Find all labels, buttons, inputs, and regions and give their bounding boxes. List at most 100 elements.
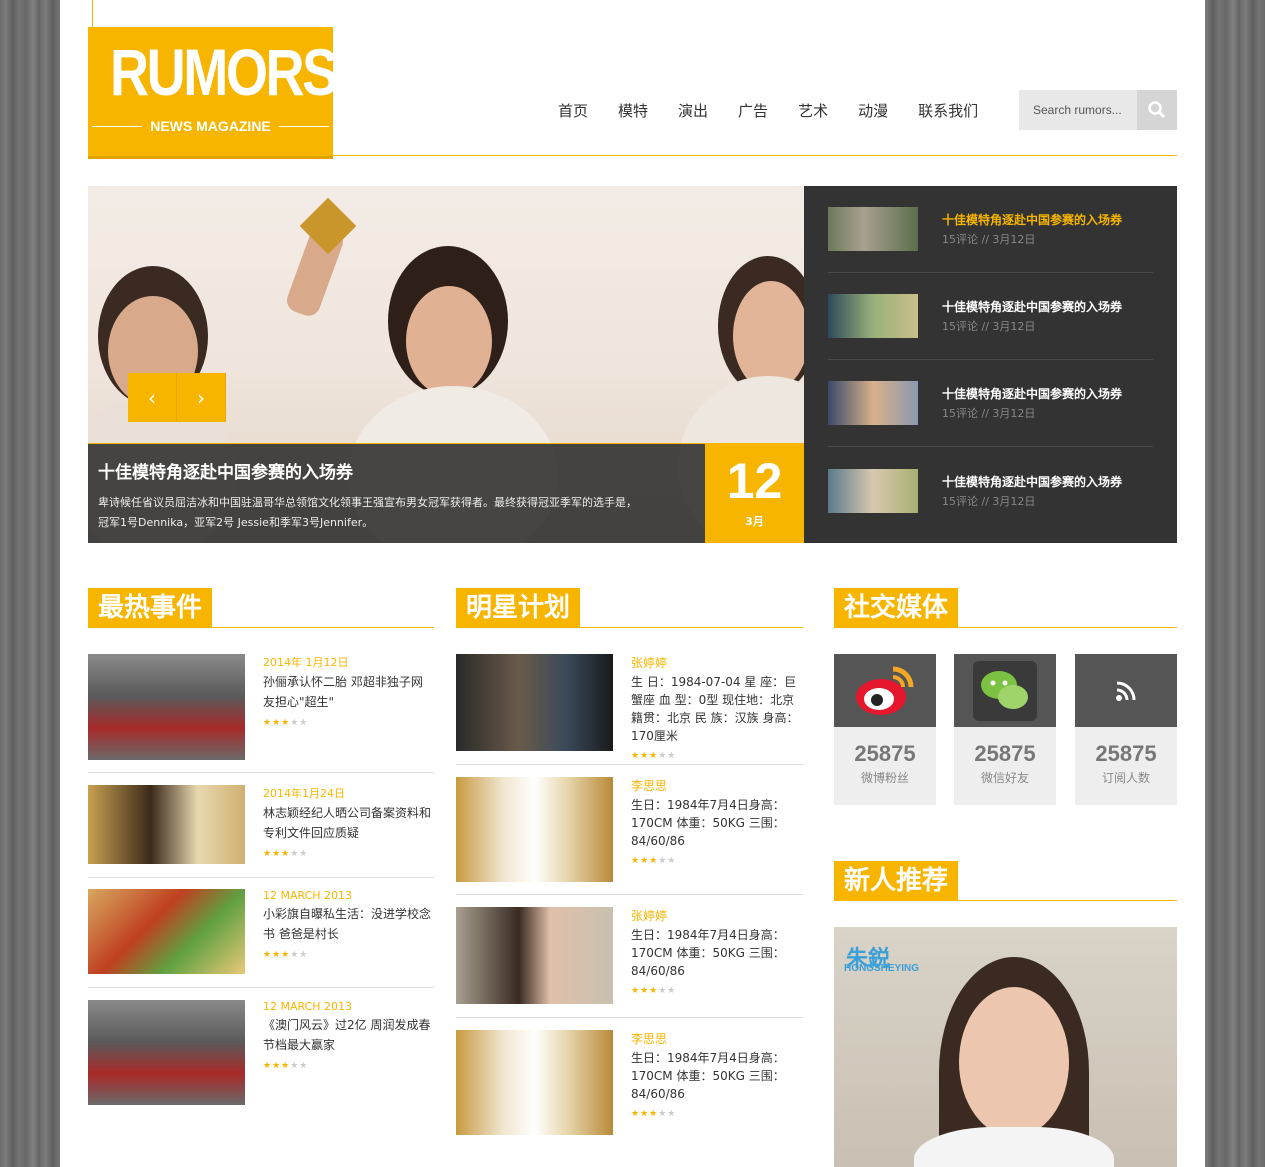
rating-stars: ★★★★★ bbox=[631, 856, 677, 866]
hot-item-date: 2014年1月24日 bbox=[263, 787, 345, 800]
site-logo[interactable]: RUMORS NEWS MAGAZINE bbox=[88, 27, 338, 155]
hero-caption: 十佳模特角逐赴中国参赛的入场券 卑诗候任省议员屈洁冰和中国驻温哥华总领馆文化领事… bbox=[88, 443, 705, 543]
side-news-meta: 15评论 // 3月12日 bbox=[942, 494, 1036, 508]
star-name[interactable]: 张婷婷 bbox=[631, 907, 803, 924]
nav-item-contact[interactable]: 联系我们 bbox=[918, 100, 978, 121]
star-list-item[interactable]: 李思思 生日：1984年7月4日身高：170CM 体重：50KG 三围：84/6… bbox=[456, 1030, 803, 1135]
divider bbox=[456, 1017, 803, 1018]
rss-icon bbox=[1116, 681, 1136, 701]
side-news-item[interactable]: 十佳模特角逐赴中国参赛的入场券 15评论 // 3月12日 bbox=[828, 447, 1153, 534]
hot-list-item[interactable]: 12 MARCH 2013 小彩旗自曝私生活：没进学校念书 爸爸是村长 ★★★★… bbox=[88, 889, 434, 974]
hero-title[interactable]: 十佳模特角逐赴中国参赛的入场券 bbox=[98, 458, 695, 483]
divider bbox=[456, 894, 803, 895]
nav-item-anime[interactable]: 动漫 bbox=[858, 100, 888, 121]
side-news-title: 十佳模特角逐赴中国参赛的入场券 bbox=[942, 213, 1123, 227]
side-news-title: 十佳模特角逐赴中国参赛的入场券 bbox=[942, 300, 1123, 314]
star-item-thumbnail bbox=[456, 777, 613, 882]
divider bbox=[88, 877, 434, 878]
divider bbox=[456, 764, 803, 765]
weibo-icon bbox=[856, 666, 914, 715]
side-news-title: 十佳模特角逐赴中国参赛的入场券 bbox=[942, 387, 1123, 401]
side-news-thumbnail bbox=[828, 381, 918, 425]
hot-item-thumbnail bbox=[88, 889, 245, 974]
rating-stars: ★★★★★ bbox=[263, 950, 309, 960]
hero-date-badge: 12 3月 bbox=[705, 443, 804, 543]
nav-item-models[interactable]: 模特 bbox=[618, 100, 648, 121]
slider-controls: ‹ › bbox=[128, 373, 226, 422]
hot-item-title[interactable]: 小彩旗自曝私生活：没进学校念书 爸爸是村长 bbox=[263, 904, 434, 944]
nav-item-home[interactable]: 首页 bbox=[558, 100, 588, 121]
hero-description-line2: 冠军1号Dennika，亚军2号 Jessie和季军3号Jennifer。 bbox=[98, 516, 374, 529]
side-news-item[interactable]: 十佳模特角逐赴中国参赛的入场券 15评论 // 3月12日 bbox=[828, 273, 1153, 360]
newbie-feature-image[interactable]: 朱鋭 HONGSHEYING bbox=[834, 927, 1177, 1167]
chevron-left-icon: ‹ bbox=[148, 385, 156, 410]
section-head-hot: 最热事件 bbox=[88, 588, 434, 628]
star-list-item[interactable]: 李思思 生日：1984年7月4日身高：170CM 体重：50KG 三围：84/6… bbox=[456, 777, 803, 882]
hot-list-item[interactable]: 2014年 1月12日 孙俪承认怀二胎 邓超非独子网友担心"超生" ★★★★★ bbox=[88, 654, 434, 760]
side-news-title: 十佳模特角逐赴中国参赛的入场券 bbox=[942, 474, 1123, 489]
nav-item-ads[interactable]: 广告 bbox=[738, 100, 768, 121]
side-news-thumbnail bbox=[828, 468, 918, 513]
section-head-newbie: 新人推荐 bbox=[834, 861, 1177, 901]
wechat-count: 25875 bbox=[974, 741, 1036, 766]
social-rss-card[interactable]: 25875 订阅人数 bbox=[1075, 654, 1177, 805]
divider bbox=[88, 987, 434, 988]
hot-item-title[interactable]: 林志颖经纪人晒公司备案资料和专利文件回应质疑 bbox=[263, 803, 434, 843]
weibo-label: 微博粉丝 bbox=[860, 771, 909, 785]
hot-item-date: 12 MARCH 2013 bbox=[263, 1000, 353, 1013]
rating-stars: ★★★★★ bbox=[263, 1061, 309, 1071]
logo-title: RUMORS bbox=[110, 35, 338, 109]
side-news-item[interactable]: 十佳模特角逐赴中国参赛的入场券 15评论 // 3月12日 bbox=[828, 186, 1153, 273]
header-divider bbox=[88, 155, 1177, 156]
hot-item-title[interactable]: 《澳门风云》过2亿 周润发成春节档最大赢家 bbox=[263, 1015, 434, 1055]
star-item-thumbnail bbox=[456, 907, 613, 1004]
main-nav: 首页 模特 演出 广告 艺术 动漫 联系我们 bbox=[558, 100, 1008, 121]
star-name[interactable]: 张婷婷 bbox=[631, 654, 803, 671]
star-name[interactable]: 李思思 bbox=[631, 777, 803, 794]
search-button[interactable] bbox=[1137, 90, 1177, 130]
logo-subtitle: NEWS MAGAZINE bbox=[88, 118, 333, 134]
side-news-meta: 15评论 // 3月12日 bbox=[942, 320, 1036, 333]
hero-month: 3月 bbox=[745, 515, 764, 528]
hot-item-title[interactable]: 孙俪承认怀二胎 邓超非独子网友担心"超生" bbox=[263, 672, 434, 712]
side-news-meta: 15评论 // 3月12日 bbox=[942, 233, 1036, 246]
nav-item-shows[interactable]: 演出 bbox=[678, 100, 708, 121]
side-news-list: 十佳模特角逐赴中国参赛的入场券 15评论 // 3月12日 十佳模特角逐赴中国参赛… bbox=[804, 186, 1177, 543]
rating-stars: ★★★★★ bbox=[263, 849, 309, 859]
side-news-item[interactable]: 十佳模特角逐赴中国参赛的入场券 15评论 // 3月12日 bbox=[828, 360, 1153, 447]
social-weibo-card[interactable]: 25875 微博粉丝 bbox=[834, 654, 936, 805]
hot-item-date: 2014年 1月12日 bbox=[263, 656, 349, 669]
star-item-thumbnail bbox=[456, 1030, 613, 1135]
star-bio: 生日：1984年7月4日身高：170CM 体重：50KG 三围：84/60/86 bbox=[631, 1051, 785, 1101]
hero-description-line1: 卑诗候任省议员屈洁冰和中国驻温哥华总领馆文化领事王强宣布男女冠军获得者。最终获得… bbox=[98, 496, 637, 509]
search-input[interactable] bbox=[1019, 90, 1137, 130]
hot-list-item[interactable]: 2014年1月24日 林志颖经纪人晒公司备案资料和专利文件回应质疑 ★★★★★ bbox=[88, 785, 434, 864]
star-name[interactable]: 李思思 bbox=[631, 1030, 803, 1047]
slider-prev-button[interactable]: ‹ bbox=[128, 373, 177, 422]
hot-item-thumbnail bbox=[88, 785, 245, 864]
section-head-social: 社交媒体 bbox=[834, 588, 1177, 628]
rating-stars: ★★★★★ bbox=[631, 986, 677, 996]
hot-list-item[interactable]: 12 MARCH 2013 《澳门风云》过2亿 周润发成春节档最大赢家 ★★★★… bbox=[88, 1000, 434, 1105]
hot-item-thumbnail bbox=[88, 654, 245, 760]
search-icon bbox=[1148, 101, 1166, 119]
star-list-item[interactable]: 张婷婷 生日：1984年7月4日身高：170CM 体重：50KG 三围：84/6… bbox=[456, 907, 803, 1004]
slider-next-button[interactable]: › bbox=[177, 373, 226, 422]
newbie-name-subtag: HONGSHEYING bbox=[844, 963, 920, 974]
wechat-label: 微信好友 bbox=[980, 771, 1029, 785]
star-list-item[interactable]: 张婷婷 生 日：1984-07-04 星 座：巨蟹座 血 型：0型 现住地：北京… bbox=[456, 654, 803, 761]
section-head-stars: 明星计划 bbox=[456, 588, 803, 628]
social-wechat-card[interactable]: 25875 微信好友 bbox=[954, 654, 1056, 805]
chevron-right-icon: › bbox=[197, 385, 205, 410]
star-bio: 生 日：1984-07-04 星 座：巨蟹座 血 型：0型 现住地：北京 籍贯：… bbox=[631, 675, 799, 743]
star-item-thumbnail bbox=[456, 654, 613, 751]
hero-slider[interactable]: ‹ › 十佳模特角逐赴中国参赛的入场券 卑诗候任省议员屈洁冰和中国驻温哥华总领馆… bbox=[88, 186, 804, 543]
hot-item-date: 12 MARCH 2013 bbox=[263, 889, 353, 902]
star-bio: 生日：1984年7月4日身高：170CM 体重：50KG 三围：84/60/86 bbox=[631, 928, 785, 978]
logo-accent-line bbox=[92, 0, 93, 27]
page: RUMORS NEWS MAGAZINE 首页 模特 演出 广告 艺术 动漫 联… bbox=[60, 0, 1205, 1167]
side-news-thumbnail bbox=[828, 207, 918, 251]
rss-count: 25875 bbox=[1095, 741, 1157, 766]
search-box bbox=[1019, 90, 1177, 130]
nav-item-art[interactable]: 艺术 bbox=[798, 100, 828, 121]
